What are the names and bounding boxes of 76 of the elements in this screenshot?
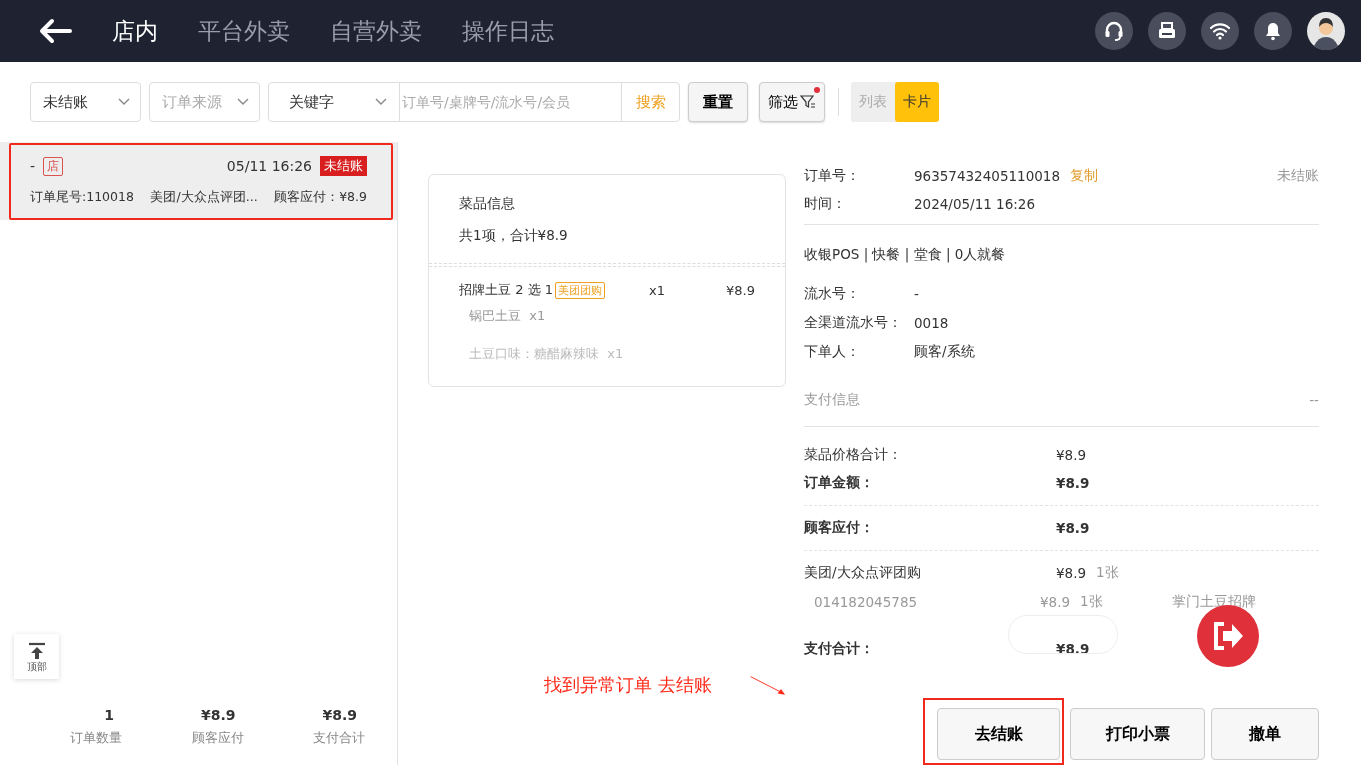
store-tag: 店	[43, 156, 64, 176]
item-option: 锅巴土豆 x1	[459, 307, 755, 325]
card-title: 菜品信息	[459, 195, 516, 213]
amount-label: 菜品价格合计：	[804, 446, 903, 464]
action-button[interactable]: 撤单	[1211, 708, 1319, 761]
printer-icon[interactable]	[1148, 12, 1186, 50]
order-status: 未结账	[1277, 167, 1319, 185]
action-button[interactable]: 去结账	[937, 708, 1060, 761]
summary-value: 1	[104, 707, 114, 723]
back-to-top-button[interactable]: 顶部	[14, 634, 59, 679]
order-card[interactable]: - 店 05/11 16:26 未结账 订单尾号:110018 美团/大众点评团... 顾客应付：¥8.9	[0, 142, 397, 220]
payment-amount: ¥8.9	[1056, 565, 1087, 581]
amount-value: ¥8.9	[1056, 475, 1090, 491]
keyword-select[interactable]: 关键字	[268, 82, 400, 122]
chevron-down-icon	[237, 98, 249, 106]
amount-label: 顾客应付：	[804, 519, 875, 537]
field-label: 时间：	[804, 195, 847, 213]
field-value: -	[914, 285, 919, 302]
filter-button[interactable]: 筛选	[759, 82, 825, 122]
amount-value: ¥8.9	[1056, 447, 1087, 463]
field-value: 0018	[914, 314, 949, 331]
exit-icon	[1211, 621, 1245, 651]
item-quantity: x1	[649, 282, 666, 298]
back-button[interactable]	[38, 18, 72, 44]
voucher-code: 014182045785	[814, 594, 919, 610]
order-time: 05/11 16:26	[226, 158, 312, 174]
headset-icon[interactable]	[1095, 12, 1133, 50]
voucher-amount: ¥8.9	[1040, 594, 1071, 610]
order-number: 96357432405110018	[914, 168, 1060, 184]
field-label: 全渠道流水号：	[804, 313, 903, 332]
item-name: 招牌土豆 2 选 1	[459, 281, 553, 299]
status-select[interactable]: 未结账	[30, 82, 141, 122]
field-label: 订单号：	[804, 167, 861, 185]
nav-tab[interactable]: 店内	[112, 15, 158, 47]
voucher-count: 1张	[1080, 593, 1104, 611]
order-due: 顾客应付：¥8.9	[274, 189, 367, 206]
summary-value: ¥8.9	[322, 707, 357, 723]
item-price: ¥8.9	[725, 282, 755, 298]
order-tail: 订单尾号:110018	[30, 189, 134, 206]
view-toggle[interactable]: 卡片	[895, 82, 939, 122]
summary-label: 顾客应付	[191, 729, 244, 747]
amount-label: 订单金额：	[804, 474, 875, 492]
payment-extra: --	[1309, 392, 1319, 408]
order-meta: 收银POS | 快餐 | 堂食 | 0人就餐	[804, 246, 1006, 264]
payment-count: 1张	[1096, 564, 1119, 582]
table-number: -	[30, 158, 36, 174]
annotation-text: 找到异常订单 去结账	[544, 673, 712, 697]
deal-tag: 美团团购	[554, 281, 605, 299]
section-title: 支付信息	[804, 391, 860, 409]
item-option: 土豆口味：糖醋麻辣味 x1	[459, 345, 755, 363]
wifi-icon[interactable]	[1201, 12, 1239, 50]
order-time: 2024/05/11 16:26	[914, 196, 1035, 212]
amount-value: ¥8.9	[1056, 520, 1090, 536]
arrow-up-icon	[26, 641, 47, 660]
chevron-down-icon	[375, 98, 387, 106]
action-button[interactable]: 打印小票	[1070, 708, 1205, 761]
notification-icon[interactable]	[1254, 12, 1292, 50]
field-label: 流水号：	[804, 284, 861, 303]
items-subtotal: 共1项，合计¥8.9	[459, 227, 569, 245]
amount-label: 支付合计：	[804, 639, 875, 658]
order-channel: 美团/大众点评团...	[150, 189, 258, 206]
nav-tab[interactable]: 操作日志	[462, 15, 554, 47]
status-tag: 未结账	[320, 156, 367, 176]
nav-tab[interactable]: 自营外卖	[330, 15, 422, 47]
chevron-down-icon	[118, 98, 130, 106]
avatar[interactable]	[1307, 12, 1345, 50]
search-field[interactable]: 订单号/桌牌号/流水号/会员	[400, 82, 621, 122]
summary-value: ¥8.9	[200, 707, 236, 723]
filter-icon	[800, 95, 816, 109]
field-label: 下单人：	[804, 342, 861, 361]
payment-method: 美团/大众点评团购	[804, 564, 922, 582]
nav-tab[interactable]: 平台外卖	[198, 15, 290, 47]
reset-button[interactable]: 重置	[688, 82, 748, 122]
summary-label: 支付合计	[313, 729, 365, 747]
summary-label: 订单数量	[70, 729, 122, 747]
field-value: 顾客/系统	[914, 342, 975, 361]
